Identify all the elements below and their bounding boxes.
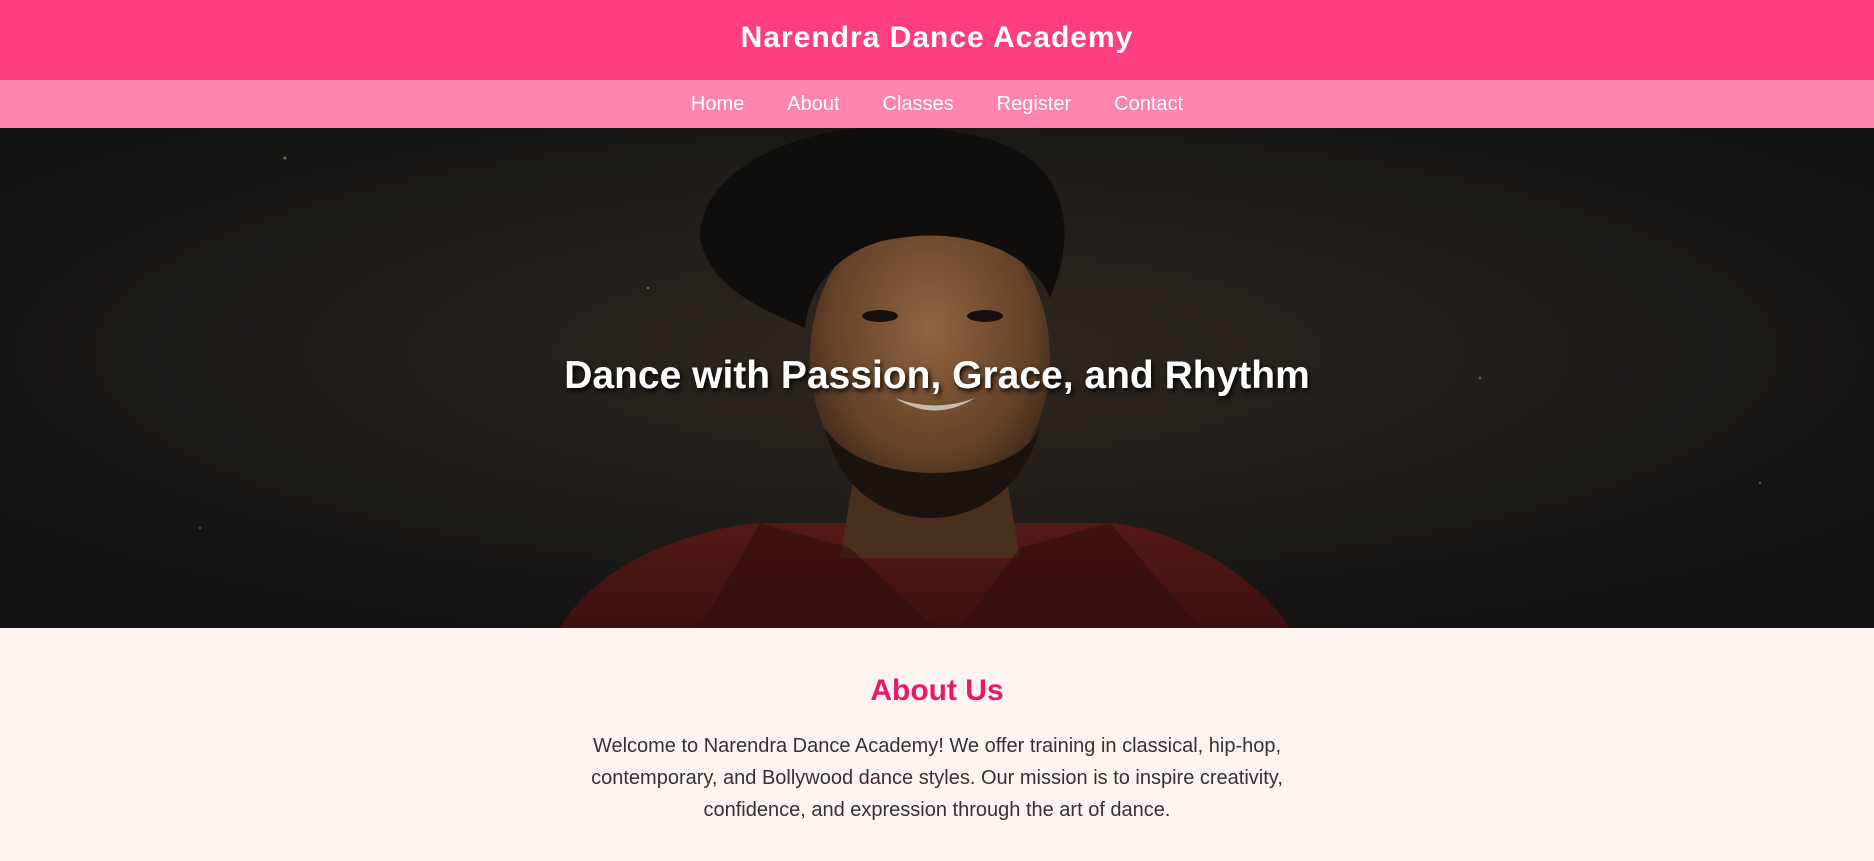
nav-link-classes[interactable]: Classes bbox=[883, 93, 954, 116]
site-title: Narendra Dance Academy bbox=[740, 21, 1134, 54]
nav-link-about[interactable]: About bbox=[787, 93, 839, 116]
main-nav: Home About Classes Register Contact bbox=[0, 80, 1874, 128]
nav-link-home[interactable]: Home bbox=[691, 93, 744, 116]
hero-heading: Dance with Passion, Grace, and Rhythm bbox=[564, 354, 1310, 397]
about-title: About Us bbox=[870, 674, 1004, 707]
about-text: Welcome to Narendra Dance Academy! We of… bbox=[591, 735, 1283, 821]
nav-link-contact[interactable]: Contact bbox=[1114, 93, 1183, 116]
site-header: Narendra Dance Academy bbox=[0, 0, 1874, 80]
nav-link-register[interactable]: Register bbox=[997, 93, 1071, 116]
about-section: About Us Welcome to Narendra Dance Acade… bbox=[0, 628, 1874, 861]
hero-banner: Dance with Passion, Grace, and Rhythm bbox=[0, 128, 1874, 628]
